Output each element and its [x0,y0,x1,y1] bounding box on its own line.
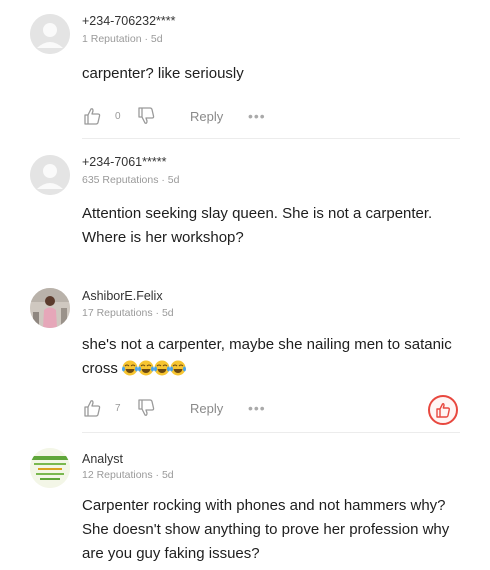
avatar-image[interactable] [30,448,70,488]
user-photo-icon [30,288,70,328]
gift-thumb-icon [436,403,450,418]
gift-button[interactable] [428,395,458,425]
reply-button[interactable]: Reply [190,401,223,416]
comment-text: Attention seeking slay queen. She is not… [82,205,433,246]
thumbs-down-icon [138,399,155,416]
avatar-default[interactable] [30,14,70,54]
user-image-icon [30,448,70,488]
dislike-button[interactable] [136,398,156,418]
thumbs-down-icon [138,107,155,124]
default-user-icon [30,14,70,54]
laughing-crying-emoji-icon [122,360,187,376]
divider [82,138,460,139]
comment-meta: 17 Reputations · 5d [82,307,174,319]
comment-text: she's not a carpenter, maybe she nailing… [82,333,460,381]
comment-actions: 0 Reply ••• [82,106,460,130]
comment-meta: 635 Reputations · 5d [82,174,180,186]
comment-username[interactable]: +234-706232**** [82,14,176,28]
comment-meta: 1 Reputation · 5d [82,33,163,45]
thumbs-up-icon [84,400,101,417]
comment-text: Carpenter rocking with phones and not ha… [82,497,450,562]
comment-meta: 12 Reputations · 5d [82,469,174,481]
like-button[interactable] [82,106,102,126]
more-options-button[interactable]: ••• [248,400,266,416]
dislike-button[interactable] [136,106,156,126]
laughing-emoji-group [118,360,187,377]
divider [82,432,460,433]
comment-username[interactable]: +234-7061***** [82,155,166,169]
comment-text: carpenter? like seriously [82,65,244,82]
avatar-default[interactable] [30,155,70,195]
comment-username[interactable]: Analyst [82,452,123,466]
like-count: 7 [115,403,121,414]
more-options-button[interactable]: ••• [248,108,266,124]
avatar-photo[interactable] [30,288,70,328]
comment-username[interactable]: AshiborE.Felix [82,289,163,303]
reply-button[interactable]: Reply [190,109,223,124]
like-count: 0 [115,111,121,122]
comment-actions: 7 Reply ••• [82,398,460,422]
default-user-icon [30,155,70,195]
like-button[interactable] [82,398,102,418]
thumbs-up-icon [84,108,101,125]
